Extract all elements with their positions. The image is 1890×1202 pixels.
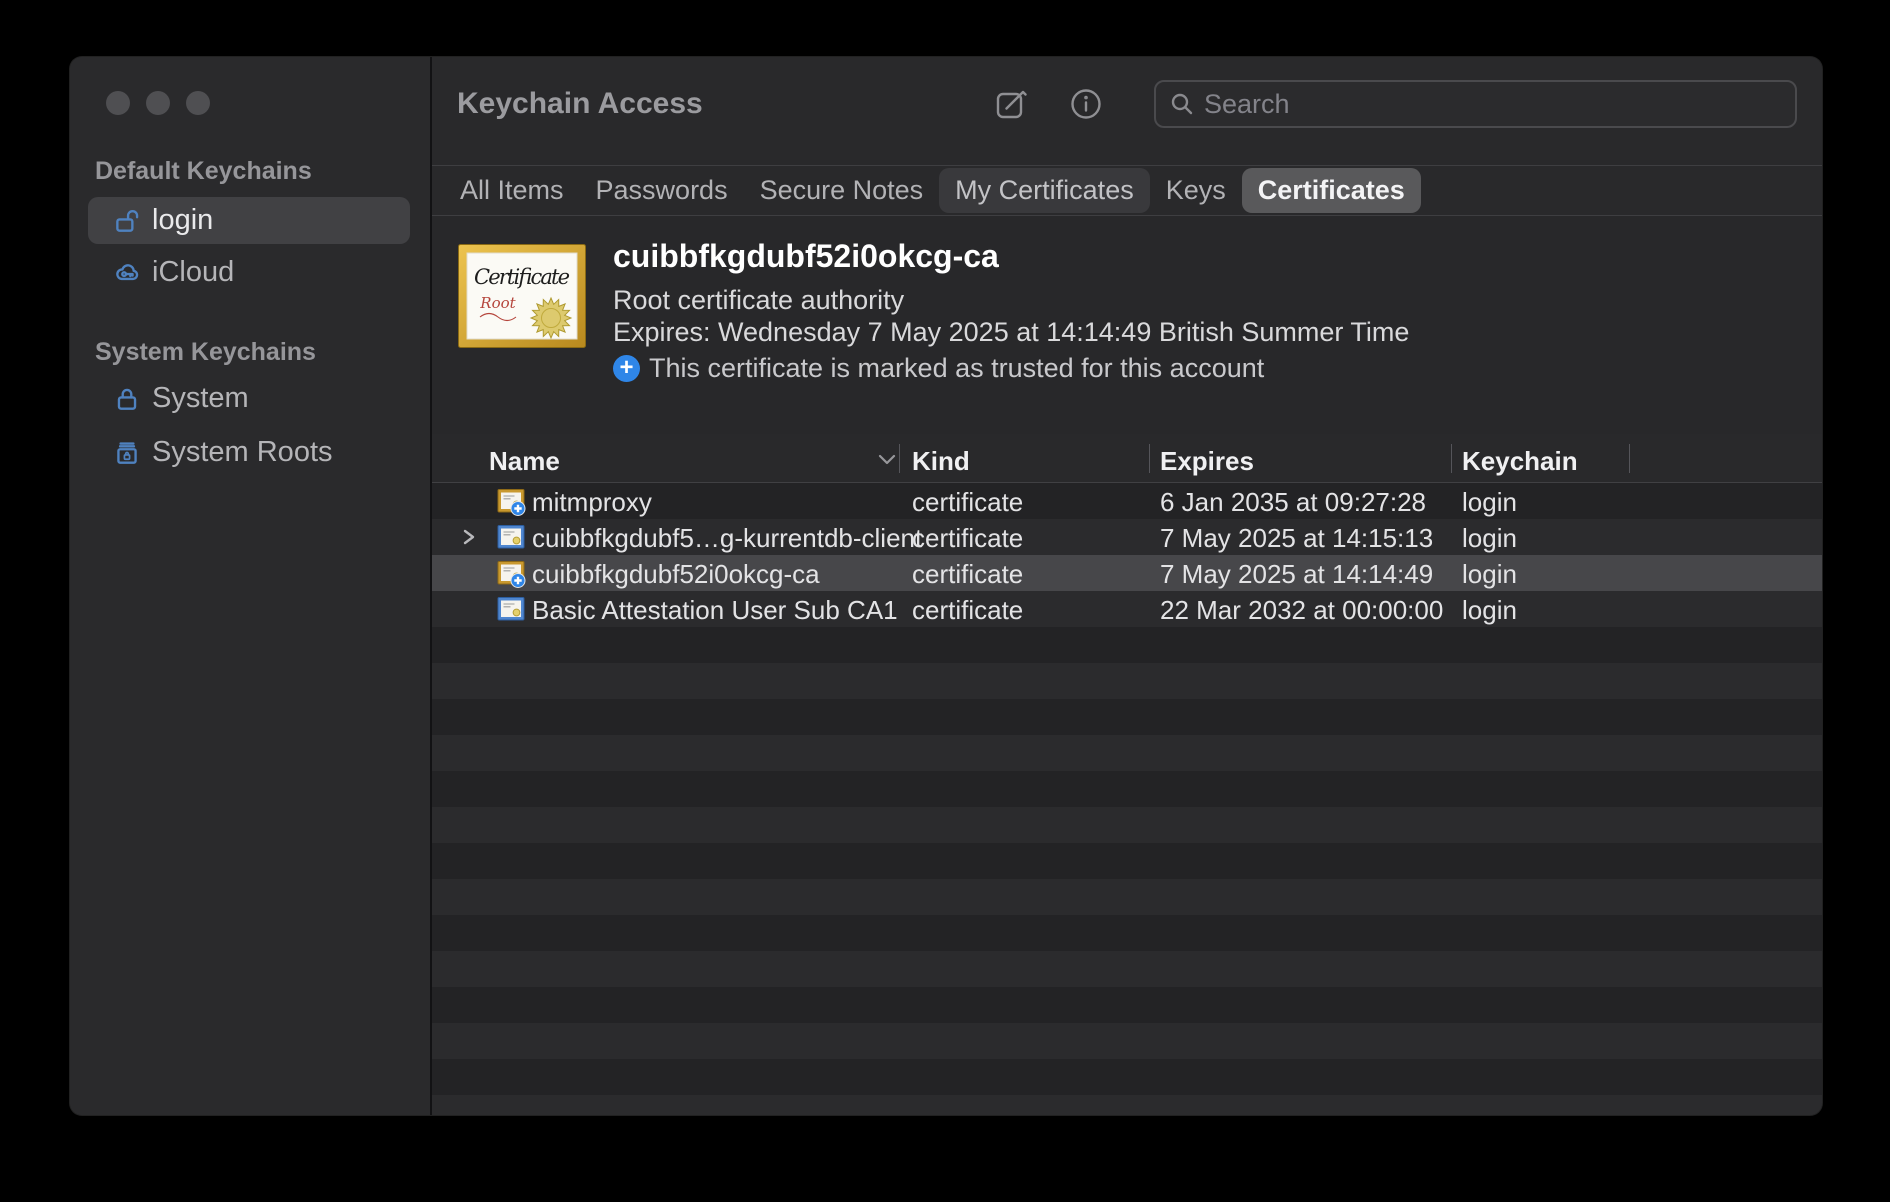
certificate-table: mitmproxy certificate 6 Jan 2035 at 09:27:… — [432, 483, 1822, 1115]
tab-certificates[interactable]: Certificates — [1242, 168, 1421, 213]
search-icon — [1170, 92, 1194, 116]
sidebar-item-label: System Roots — [152, 436, 333, 469]
cell-expires: 7 May 2025 at 14:15:13 — [1160, 523, 1433, 554]
unlocked-padlock-icon — [112, 206, 142, 236]
table-empty-row — [432, 951, 1822, 987]
tab-secure-notes[interactable]: Secure Notes — [744, 168, 940, 213]
certificate-summary: cuibbfkgdubf52i0okcg-ca Root certificate… — [613, 238, 1409, 384]
column-divider[interactable] — [1451, 444, 1452, 473]
column-header-keychain[interactable]: Keychain — [1462, 446, 1578, 477]
cell-keychain: login — [1462, 595, 1517, 626]
cell-keychain: login — [1462, 559, 1517, 590]
locked-padlock-icon — [112, 384, 142, 414]
table-empty-row — [432, 699, 1822, 735]
table-empty-row — [432, 807, 1822, 843]
column-header-expires[interactable]: Expires — [1160, 446, 1254, 477]
sidebar-section-title: Default Keychains — [95, 157, 312, 186]
sidebar-section-title: System Keychains — [95, 338, 316, 367]
cell-name: cuibbfkgdubf5…g-kurrentdb-client — [532, 523, 922, 554]
certificate-word: Certificate — [474, 265, 570, 289]
search-input[interactable] — [1204, 89, 1781, 120]
cell-name: cuibbfkgdubf52i0okcg-ca — [532, 559, 820, 590]
trust-badge-icon: + — [613, 355, 640, 382]
column-header-kind[interactable]: Kind — [912, 446, 970, 477]
sidebar-item-system[interactable]: System — [88, 375, 410, 422]
certificate-expiry: Expires: Wednesday 7 May 2025 at 14:14:4… — [613, 316, 1409, 348]
window-controls — [106, 91, 210, 115]
category-tabbar: All ItemsPasswordsSecure NotesMy Certifi… — [432, 166, 1822, 216]
table-row[interactable]: Basic Attestation User Sub CA1 certificat… — [432, 591, 1822, 627]
cloud-key-icon — [112, 258, 142, 288]
cell-expires: 22 Mar 2032 at 00:00:00 — [1160, 595, 1443, 626]
certificate-root-word: Root — [479, 294, 516, 312]
zoom-window-button[interactable] — [186, 91, 210, 115]
cell-expires: 6 Jan 2035 at 09:27:28 — [1160, 487, 1426, 518]
table-header-row: Name Kind Expires Keychain — [432, 434, 1822, 483]
table-row[interactable]: cuibbfkgdubf5…g-kurrentdb-clientcertific… — [432, 519, 1822, 555]
cell-kind: certificate — [912, 523, 1023, 554]
cell-kind: certificate — [912, 487, 1023, 518]
column-divider[interactable] — [1629, 444, 1630, 473]
search-field[interactable] — [1154, 80, 1797, 128]
keychain-access-window: Default Keychains login iCloud System Ke… — [70, 57, 1822, 1115]
sidebar-item-system-roots[interactable]: System Roots — [88, 429, 410, 476]
cell-keychain: login — [1462, 487, 1517, 518]
table-empty-row — [432, 915, 1822, 951]
table-empty-row — [432, 987, 1822, 1023]
table-empty-row — [432, 1095, 1822, 1115]
window-title: Keychain Access — [457, 87, 703, 121]
certificate-blue-icon — [496, 594, 526, 624]
main-content: Keychain Access — [432, 57, 1822, 1115]
table-empty-row — [432, 843, 1822, 879]
cell-name: mitmproxy — [532, 487, 652, 518]
cell-kind: certificate — [912, 595, 1023, 626]
table-empty-row — [432, 627, 1822, 663]
tab-my-certificates[interactable]: My Certificates — [939, 168, 1150, 213]
column-header-name[interactable]: Name — [489, 446, 560, 477]
title-bar: Keychain Access — [432, 57, 1822, 166]
tab-passwords[interactable]: Passwords — [580, 168, 744, 213]
cell-kind: certificate — [912, 559, 1023, 590]
cell-expires: 7 May 2025 at 14:14:49 — [1160, 559, 1433, 590]
table-empty-row — [432, 1059, 1822, 1095]
certificate-blue-icon — [496, 522, 526, 552]
system-roots-icon — [112, 438, 142, 468]
tab-all-items[interactable]: All Items — [444, 168, 580, 213]
table-empty-row — [432, 663, 1822, 699]
new-item-button[interactable] — [989, 82, 1033, 126]
compose-icon — [989, 82, 1033, 126]
column-divider[interactable] — [1149, 444, 1150, 473]
sidebar-item-label: iCloud — [152, 256, 234, 289]
table-empty-row — [432, 735, 1822, 771]
sidebar-item-label: System — [152, 382, 249, 415]
certificate-image: Certificate Root — [458, 244, 586, 348]
disclosure-chevron-icon[interactable] — [462, 528, 476, 546]
certificate-detail-panel: Certificate Root cuibbfkgdubf52i0okcg-ca… — [432, 216, 1822, 434]
table-row[interactable]: mitmproxy certificate 6 Jan 2035 at 09:27:… — [432, 483, 1822, 519]
sidebar-item-label: login — [152, 204, 213, 237]
certificate-type: Root certificate authority — [613, 284, 1409, 316]
sidebar-item-login[interactable]: login — [88, 197, 410, 244]
certificate-gold-plus-icon — [496, 486, 526, 516]
tab-keys[interactable]: Keys — [1150, 168, 1242, 213]
sidebar: Default Keychains login iCloud System Ke… — [70, 57, 430, 1115]
certificate-gold-plus-icon — [496, 558, 526, 588]
certificate-name: cuibbfkgdubf52i0okcg-ca — [613, 238, 1409, 275]
cell-keychain: login — [1462, 523, 1517, 554]
table-row[interactable]: cuibbfkgdubf52i0okcg-ca certificate 7 May … — [432, 555, 1822, 591]
sort-chevron-icon[interactable] — [876, 453, 898, 467]
trust-status-text: This certificate is marked as trusted fo… — [649, 352, 1264, 384]
get-info-button[interactable] — [1064, 82, 1108, 126]
table-empty-row — [432, 771, 1822, 807]
seal-icon — [531, 298, 571, 338]
cell-name: Basic Attestation User Sub CA1 — [532, 595, 898, 626]
info-icon — [1064, 82, 1108, 126]
minimize-window-button[interactable] — [146, 91, 170, 115]
column-divider[interactable] — [899, 444, 900, 473]
close-window-button[interactable] — [106, 91, 130, 115]
table-empty-row — [432, 879, 1822, 915]
table-empty-row — [432, 1023, 1822, 1059]
sidebar-item-icloud[interactable]: iCloud — [88, 249, 410, 296]
